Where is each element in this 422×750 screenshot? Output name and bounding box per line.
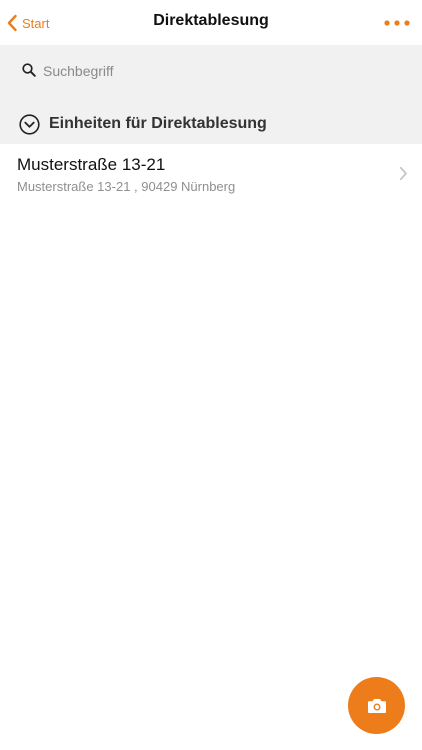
navigation-bar: Start Direktablesung (0, 0, 422, 45)
camera-icon (367, 698, 386, 713)
chevron-right-icon (399, 166, 407, 181)
section-header-units[interactable]: Einheiten für Direktablesung (0, 100, 422, 144)
search-input[interactable] (43, 59, 403, 83)
list-item-subtitle: Musterstraße 13-21 , 90429 Nürnberg (17, 179, 236, 194)
more-options-button[interactable] (384, 13, 410, 33)
list-item-title: Musterstraße 13-21 (17, 155, 166, 174)
more-dots-icon (384, 20, 410, 26)
search-bar (0, 45, 422, 100)
list-item[interactable]: Musterstraße 13-21 Musterstraße 13-21 , … (0, 144, 422, 204)
camera-button[interactable] (348, 677, 405, 734)
page-title: Direktablesung (153, 12, 269, 29)
chevron-down-circle-icon (19, 114, 40, 135)
search-icon (22, 63, 36, 77)
section-title: Einheiten für Direktablesung (49, 115, 267, 132)
